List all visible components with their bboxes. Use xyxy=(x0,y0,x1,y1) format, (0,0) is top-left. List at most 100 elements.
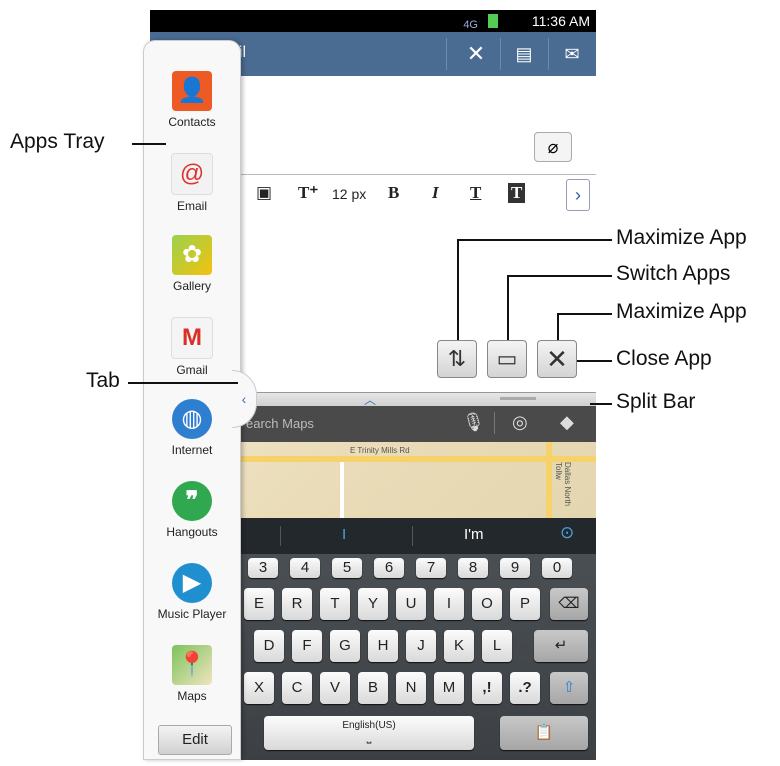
key-9[interactable]: 9 xyxy=(500,558,530,578)
key-f[interactable]: F xyxy=(292,630,322,662)
save-button[interactable]: ▤ xyxy=(506,38,542,70)
close-icon: ✕ xyxy=(546,344,568,374)
expand-suggestions-icon[interactable]: ⊙ xyxy=(560,523,574,543)
key-c[interactable]: C xyxy=(282,672,312,704)
tray-item-maps[interactable]: 📍 Maps xyxy=(144,645,240,703)
key-7[interactable]: 7 xyxy=(416,558,446,578)
tray-item-music-player[interactable]: ▶ Music Player xyxy=(144,563,240,621)
suggestion-right[interactable]: I'm xyxy=(464,526,484,543)
maps-icon: 📍 xyxy=(172,645,212,685)
callout-switch-apps: Switch Apps xyxy=(616,262,731,285)
font-size-value[interactable]: 12 px xyxy=(332,186,366,202)
tray-item-label: Gmail xyxy=(176,363,208,377)
directions-icon[interactable]: ◆ xyxy=(560,412,574,433)
hangouts-icon: ❞ xyxy=(172,481,212,521)
key-8[interactable]: 8 xyxy=(458,558,488,578)
attach-button[interactable]: ⌀ xyxy=(534,132,572,162)
discard-button[interactable]: ✕ xyxy=(458,38,494,70)
key-4[interactable]: 4 xyxy=(290,558,320,578)
space-key[interactable]: English(US) ⎵ xyxy=(264,716,474,750)
suggestion-middle[interactable]: I xyxy=(342,526,346,543)
send-button[interactable]: ✉ xyxy=(554,38,590,70)
key-5[interactable]: 5 xyxy=(332,558,362,578)
clipboard-key[interactable]: 📋 xyxy=(500,716,588,750)
divider xyxy=(548,38,549,70)
microphone-icon[interactable]: 🎙 xyxy=(462,412,485,433)
key-k[interactable]: K xyxy=(444,630,474,662)
tray-item-label: Email xyxy=(176,199,207,213)
tray-item-email[interactable]: @ Email xyxy=(144,153,240,213)
backspace-icon: ⌫ xyxy=(558,595,580,612)
key-n[interactable]: N xyxy=(396,672,426,704)
callout-close-app: Close App xyxy=(616,347,712,370)
tray-item-gallery[interactable]: ✿ Gallery xyxy=(144,235,240,293)
callout-apps-tray: Apps Tray xyxy=(10,130,105,153)
key-v[interactable]: V xyxy=(320,672,350,704)
callout-line xyxy=(590,403,612,405)
divider xyxy=(500,38,501,70)
tray-item-gmail[interactable]: M Gmail xyxy=(144,317,240,377)
key-p[interactable]: P xyxy=(510,588,540,620)
tray-item-internet[interactable]: ◍ Internet xyxy=(144,399,240,457)
insert-image-icon[interactable]: ▣ xyxy=(256,183,272,203)
enter-key[interactable]: ↵ xyxy=(534,630,588,662)
callout-line xyxy=(457,239,459,340)
maximize-button[interactable]: ▭ xyxy=(487,340,527,378)
my-location-icon[interactable]: ◎ xyxy=(512,412,528,433)
close-app-button[interactable]: ✕ xyxy=(537,340,577,378)
key-o[interactable]: O xyxy=(472,588,502,620)
key-r[interactable]: R xyxy=(282,588,312,620)
italic-button[interactable]: I xyxy=(432,183,439,203)
enter-icon: ↵ xyxy=(554,637,568,654)
chevron-left-icon: ‹ xyxy=(241,391,247,407)
key-y[interactable]: Y xyxy=(358,588,388,620)
key-i[interactable]: I xyxy=(434,588,464,620)
internet-icon: ◍ xyxy=(172,399,212,439)
key-j[interactable]: J xyxy=(406,630,436,662)
text-size-button[interactable]: T⁺ xyxy=(298,183,318,203)
shift-key[interactable]: ⇧ xyxy=(550,672,588,704)
maps-search-input[interactable]: earch Maps xyxy=(246,416,314,431)
key-0[interactable]: 0 xyxy=(542,558,572,578)
tray-item-label: Hangouts xyxy=(166,525,218,539)
key-3[interactable]: 3 xyxy=(248,558,278,578)
callout-line xyxy=(132,143,166,145)
callout-line xyxy=(128,382,238,384)
key-t[interactable]: T xyxy=(320,588,350,620)
callout-line xyxy=(507,275,612,277)
tray-item-label: Contacts xyxy=(168,115,216,129)
paperclip-icon: ⌀ xyxy=(547,137,559,157)
key-u[interactable]: U xyxy=(396,588,426,620)
gmail-icon: M xyxy=(171,317,213,359)
edit-button[interactable]: Edit xyxy=(158,725,232,755)
clipboard-icon: 📋 xyxy=(534,724,554,741)
highlight-button[interactable]: T xyxy=(508,183,526,203)
key-period[interactable]: .? xyxy=(510,672,540,704)
key-d[interactable]: D xyxy=(254,630,284,662)
backspace-key[interactable]: ⌫ xyxy=(550,588,588,620)
music-player-icon: ▶ xyxy=(172,563,212,603)
tray-item-hangouts[interactable]: ❞ Hangouts xyxy=(144,481,240,539)
key-x[interactable]: X xyxy=(244,672,274,704)
key-m[interactable]: M xyxy=(434,672,464,704)
split-handle xyxy=(500,397,536,400)
key-6[interactable]: 6 xyxy=(374,558,404,578)
key-h[interactable]: H xyxy=(368,630,398,662)
battery-icon xyxy=(488,14,498,28)
callout-line xyxy=(557,313,559,340)
email-icon: @ xyxy=(171,153,213,195)
toolbar-more-arrow[interactable]: › xyxy=(566,179,590,211)
divider xyxy=(412,526,413,546)
bold-button[interactable]: B xyxy=(388,183,399,203)
tray-item-label: Gallery xyxy=(172,279,211,293)
key-comma[interactable]: ,! xyxy=(472,672,502,704)
underline-button[interactable]: T xyxy=(470,183,481,203)
tray-item-contacts[interactable]: 👤 Contacts xyxy=(144,71,240,129)
switch-windows-button[interactable]: ⇅ xyxy=(437,340,477,378)
key-b[interactable]: B xyxy=(358,672,388,704)
key-l[interactable]: L xyxy=(482,630,512,662)
switch-windows-icon: ⇅ xyxy=(447,346,467,371)
space-key-label: English(US) xyxy=(342,720,396,731)
key-g[interactable]: G xyxy=(330,630,360,662)
key-e[interactable]: E xyxy=(244,588,274,620)
